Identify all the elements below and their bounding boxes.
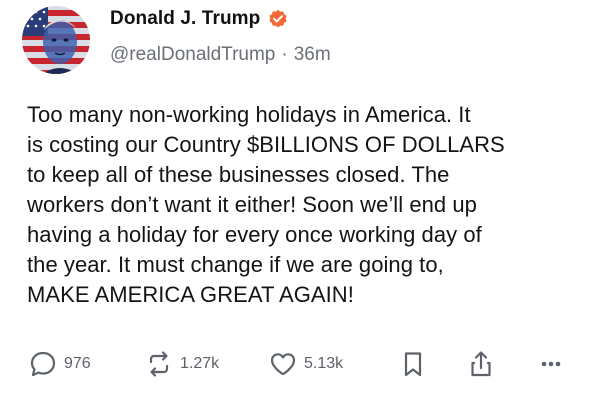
heart-icon — [270, 353, 296, 376]
post-text-line: Too many non-working holidays in America… — [27, 102, 471, 127]
bookmark-icon — [404, 352, 422, 377]
truth-post: Donald J. Trump @realDonaldTrump · 36m Too… — [0, 0, 600, 401]
author-display-name[interactable]: Donald J. Trump — [110, 8, 260, 30]
author-handle[interactable]: @realDonaldTrump — [110, 44, 275, 65]
bookmark-button[interactable] — [398, 346, 428, 382]
meta-separator: · — [281, 44, 288, 65]
share-button[interactable] — [466, 346, 496, 382]
flag-portrait-avatar-icon — [22, 6, 90, 74]
post-text-line: having a holiday for every once working … — [27, 222, 482, 247]
verified-check-icon — [269, 9, 287, 28]
post-text-line: MAKE AMERICA GREAT AGAIN! — [27, 282, 354, 307]
retruth-button[interactable]: 1.27k — [144, 346, 219, 382]
post-timestamp[interactable]: 36m — [294, 44, 331, 65]
post-action-bar: 976 1.27k 5.13k — [26, 346, 586, 382]
post-body: Too many non-working holidays in America… — [27, 100, 587, 310]
post-text-line: the year. It must change if we are going… — [27, 252, 444, 277]
reply-count: 976 — [64, 355, 91, 372]
post-text-line: workers don’t want it either! Soon we’ll… — [27, 192, 477, 217]
comment-bubble-icon — [30, 351, 56, 377]
author-avatar[interactable] — [22, 6, 90, 74]
retruth-count: 1.27k — [180, 355, 220, 372]
more-dots-icon — [541, 361, 561, 367]
repost-arrows-icon — [149, 351, 169, 377]
post-text-line: to keep all of these businesses closed. … — [27, 162, 450, 187]
like-button[interactable]: 5.13k — [268, 346, 343, 382]
post-text-line: is costing our Country $BILLIONS OF DOLL… — [27, 132, 505, 157]
reply-button[interactable]: 976 — [28, 346, 91, 382]
author-handle-row: @realDonaldTrump · 36m — [110, 44, 331, 66]
more-options-button[interactable] — [536, 346, 566, 382]
share-icon — [471, 351, 491, 377]
author-name-row: Donald J. Trump — [110, 8, 288, 30]
like-count: 5.13k — [304, 355, 344, 372]
